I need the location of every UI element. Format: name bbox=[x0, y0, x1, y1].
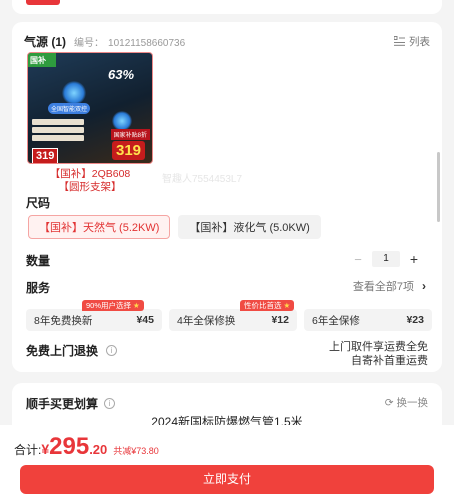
previous-card-tag bbox=[26, 0, 60, 5]
checkout-bar: 合计: ¥ 295 .20 共减¥73.80 立即支付 bbox=[0, 425, 454, 502]
bundle-title: 顺手买更划算 i bbox=[26, 395, 116, 412]
service-label: 服务 bbox=[26, 281, 51, 295]
list-icon bbox=[394, 36, 405, 46]
star-icon: ★ bbox=[283, 301, 291, 310]
pay-now-button[interactable]: 立即支付 bbox=[20, 465, 434, 494]
image-ribbon: 全国智能双控 bbox=[48, 103, 91, 114]
serial-number: 编号： 10121158660736 bbox=[74, 37, 186, 49]
scrollbar-thumb[interactable] bbox=[437, 152, 440, 222]
quantity-minus-button[interactable]: − bbox=[350, 252, 366, 267]
size-option-liquefied-gas[interactable]: 【国补】液化气 (5.0KW) bbox=[178, 215, 321, 239]
size-options: 【国补】天然气 (5.2KW) 【国补】液化气 (5.0KW) bbox=[28, 215, 321, 239]
info-icon[interactable]: i bbox=[104, 398, 116, 409]
service-tag-value: 性价比首选 ★ bbox=[240, 300, 295, 311]
product-title: 气源 (1) bbox=[24, 34, 67, 49]
free-return-label: 免费上门退换 i bbox=[26, 342, 118, 359]
service-tag-popular: 90%用户选择 ★ bbox=[82, 300, 144, 311]
image-price-big: 319 bbox=[112, 141, 146, 160]
currency-symbol: ¥ bbox=[41, 441, 50, 457]
service-option-8yr-replace[interactable]: 8年免费换新 ¥45 bbox=[26, 309, 162, 331]
product-variant: 【圆形支架】 bbox=[58, 181, 122, 193]
quantity-stepper: − 1 + bbox=[350, 251, 422, 267]
total-label: 合计: bbox=[14, 443, 42, 457]
chevron-right-icon: › bbox=[422, 279, 426, 293]
total-amount-decimal: .20 bbox=[89, 442, 108, 457]
product-card: 气源 (1) 编号： 10121158660736 列表 国补 63% 全国智能双… bbox=[12, 22, 442, 372]
image-badges bbox=[32, 119, 84, 143]
quantity-label: 数量 bbox=[26, 254, 51, 268]
product-name: 【国补】2QB608 bbox=[49, 168, 131, 180]
product-header: 气源 (1) 编号： 10121158660736 列表 bbox=[24, 32, 430, 50]
image-subsidy-tag: 国家补贴8折 bbox=[110, 129, 150, 140]
image-badge: 国补 bbox=[28, 53, 56, 67]
size-label: 尺码 bbox=[26, 196, 51, 210]
free-return-line2: 自寄补首重运费 bbox=[351, 355, 428, 367]
service-option-6yr-warranty[interactable]: 6年全保修 ¥23 bbox=[304, 309, 432, 331]
size-option-natural-gas[interactable]: 【国补】天然气 (5.2KW) bbox=[28, 215, 171, 239]
total-amount-integer: 295 bbox=[49, 433, 90, 460]
view-all-services-link[interactable]: 查看全部7项 › bbox=[353, 278, 426, 294]
info-icon[interactable]: i bbox=[106, 345, 118, 356]
service-option-4yr-warranty[interactable]: 4年全保修换 ¥12 bbox=[169, 309, 297, 331]
burner-flame-image bbox=[62, 81, 86, 105]
refresh-icon: ⟳ bbox=[384, 397, 394, 409]
quantity-input[interactable]: 1 bbox=[372, 251, 400, 267]
free-return-line1: 上门取件享运费全免 bbox=[329, 341, 428, 353]
burner-flame-image bbox=[112, 111, 132, 131]
discount-text: 共减¥73.80 bbox=[113, 446, 159, 456]
quantity-plus-button[interactable]: + bbox=[406, 251, 422, 267]
swap-button[interactable]: ⟳ 换一换 bbox=[385, 395, 428, 410]
star-icon: ★ bbox=[133, 301, 140, 310]
watermark: 智趣人7554453L7 bbox=[162, 174, 243, 185]
product-image[interactable]: 国补 63% 全国智能双控 国家补贴8折 319 319 bbox=[27, 52, 153, 164]
previous-card bbox=[12, 0, 442, 14]
order-total: 合计: ¥ 295 .20 共减¥73.80 bbox=[14, 433, 159, 461]
list-view-toggle[interactable]: 列表 bbox=[394, 34, 430, 49]
image-price-small: 319 bbox=[32, 148, 59, 163]
image-percent-text: 63% bbox=[108, 67, 135, 82]
